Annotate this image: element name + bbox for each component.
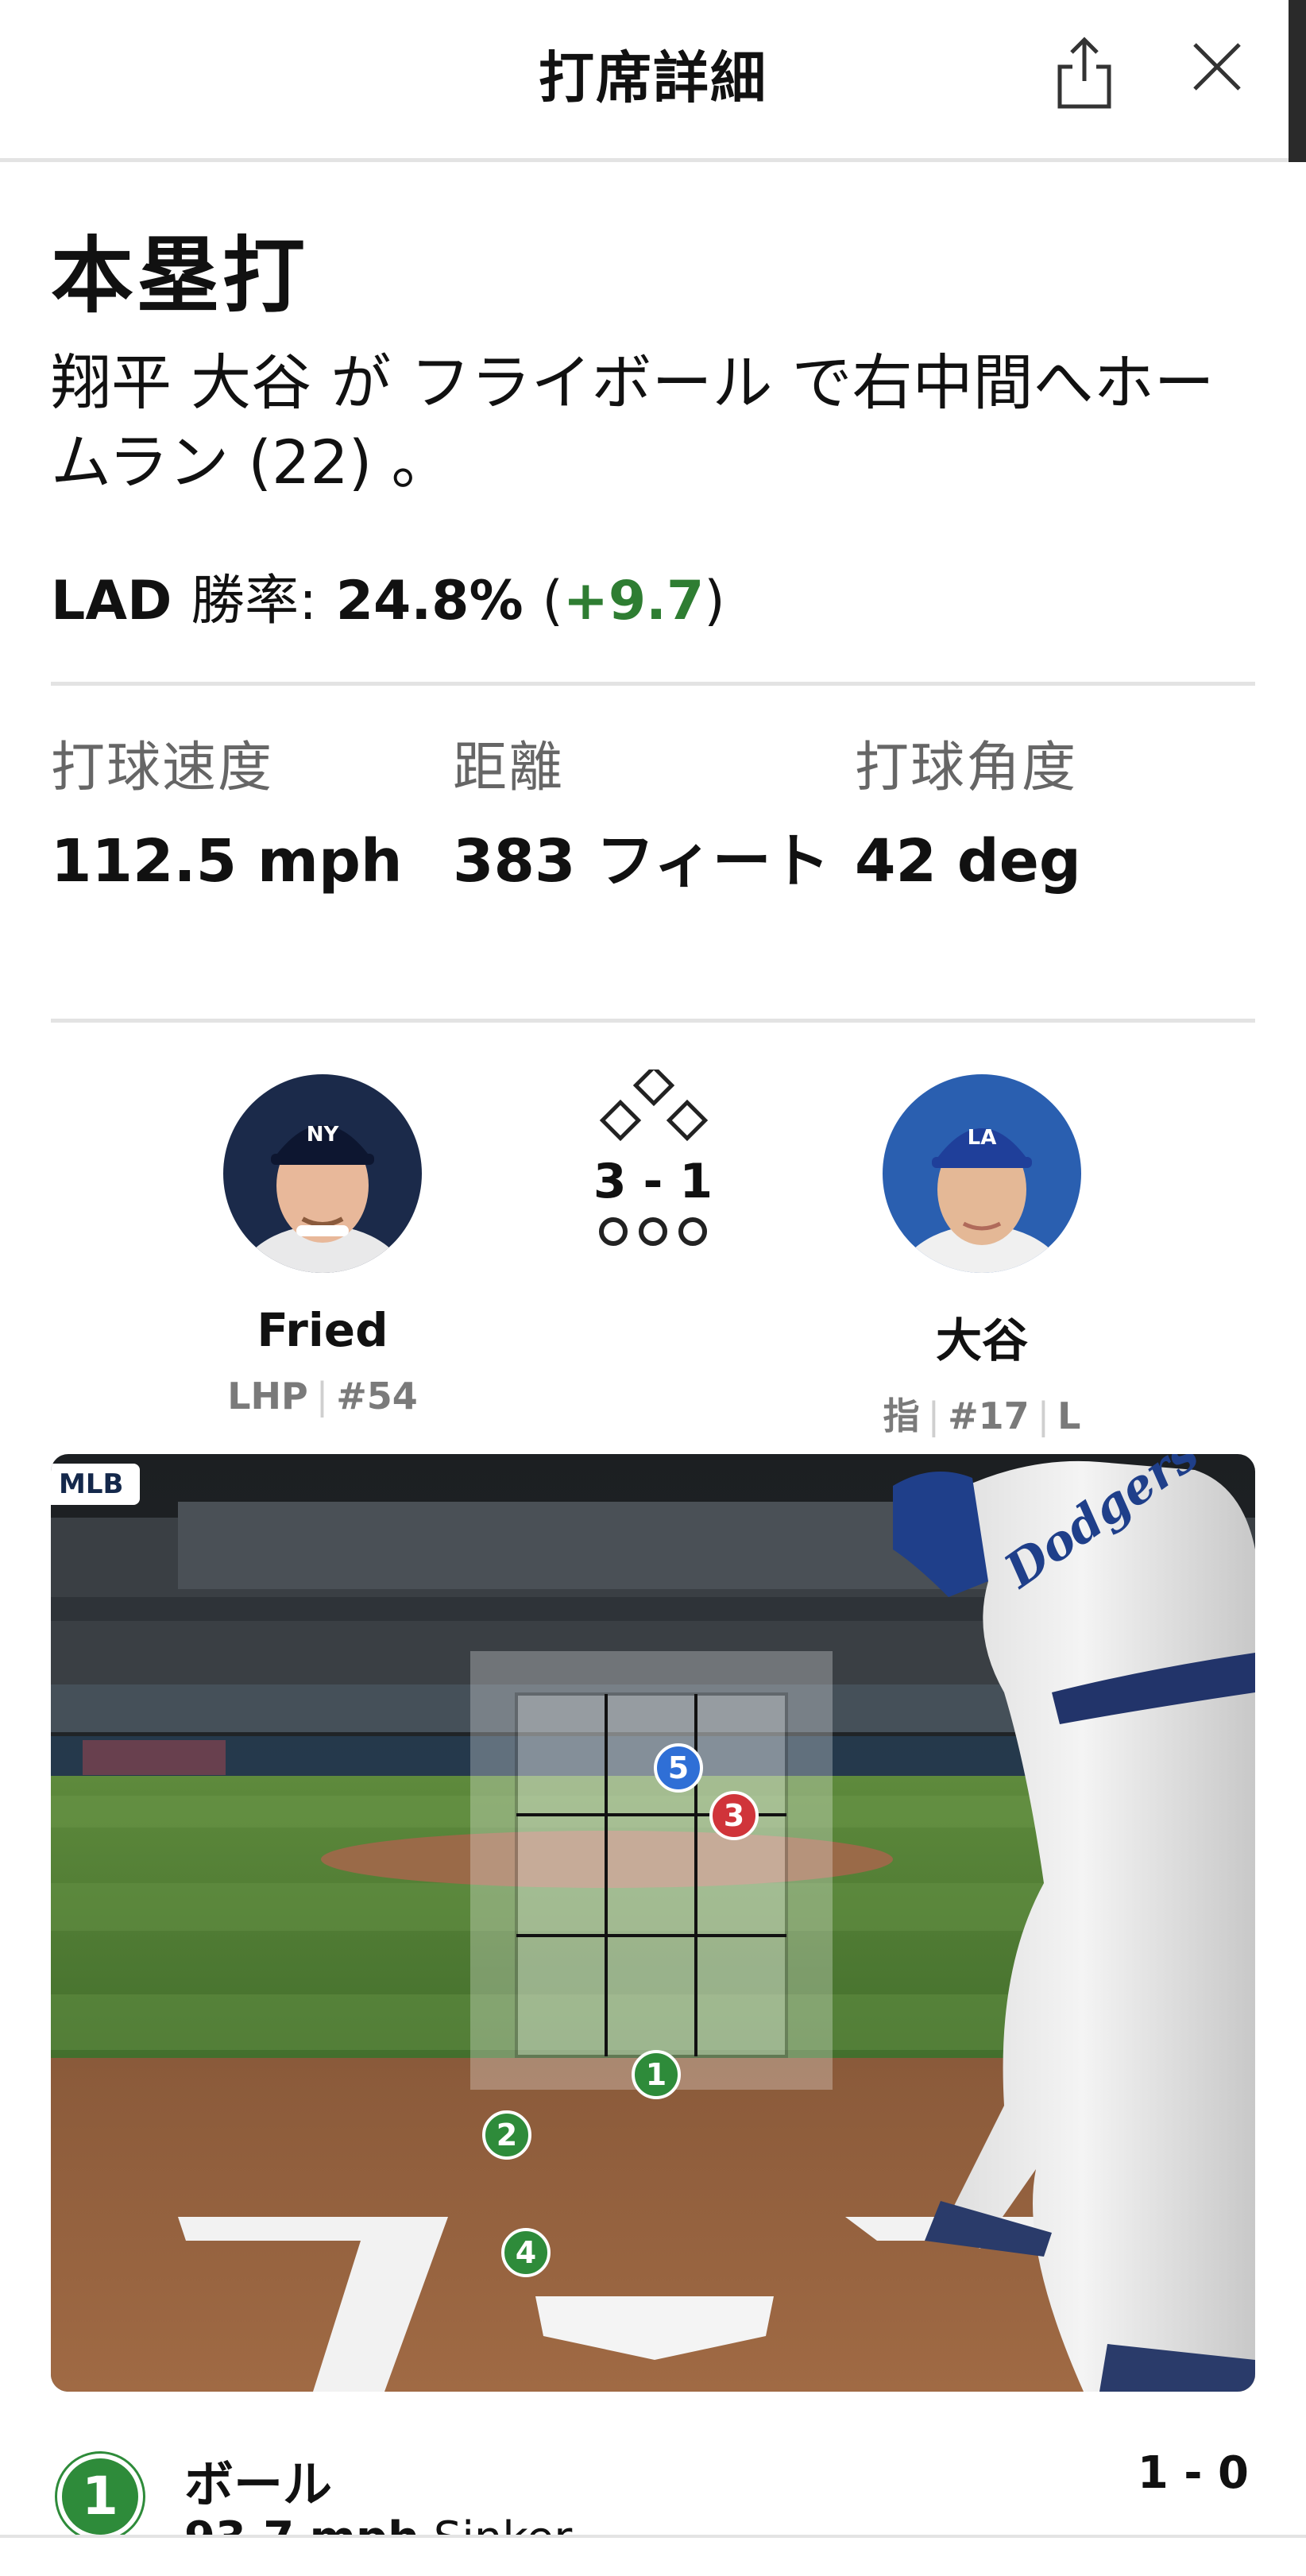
mlb-logo: MLB (51, 1464, 140, 1505)
pitch-number-badge: 1 (57, 2454, 143, 2539)
out-dot (599, 1217, 628, 1246)
stat-value: 42 deg (855, 827, 1081, 895)
pitch-marker-2[interactable]: 2 (482, 2110, 531, 2160)
win-prob-team: LAD (51, 570, 172, 632)
pitcher-meta: LHP | #54 (172, 1375, 473, 1418)
ball-strike-count: 3 - 1 (593, 1154, 713, 1209)
close-button[interactable] (1184, 33, 1250, 100)
scrollbar[interactable] (1289, 0, 1306, 162)
batter-meta: 指 | #17 | L (831, 1387, 1133, 1440)
stat-label: 打球角度 (855, 737, 1078, 799)
batter-name: 大谷 (935, 1313, 1028, 1367)
win-prob-open-paren: ( (542, 570, 563, 632)
stat-value: 112.5 mph (51, 827, 403, 895)
first-base (666, 1099, 709, 1142)
batter-avatar-image: LA (883, 1074, 1081, 1273)
pitcher-number: #54 (336, 1375, 418, 1418)
stat-label: 距離 (453, 737, 565, 799)
pitch-marker-3[interactable]: 3 (709, 1791, 759, 1840)
share-icon (1057, 37, 1111, 109)
divider (51, 1019, 1255, 1023)
header-bar: 打席詳細 (0, 0, 1306, 162)
divider (51, 682, 1255, 686)
batter-position: 指 (883, 1394, 920, 1437)
third-base (599, 1099, 642, 1142)
pitch-marker-1[interactable]: 1 (632, 2050, 681, 2099)
close-icon (1193, 43, 1241, 91)
pitch-marker-4[interactable]: 4 (501, 2228, 551, 2277)
win-prob-label: 勝率: (191, 570, 318, 632)
out-dot (639, 1217, 667, 1246)
svg-text:LA: LA (968, 1126, 997, 1150)
stat-label: 打球速度 (51, 737, 274, 799)
stadium-scene-image: Dodgers (51, 1454, 1255, 2392)
pitcher-position: LHP (227, 1375, 308, 1418)
batter-card[interactable]: LA 大谷 指 | #17 | L (831, 1074, 1133, 1440)
pitcher-name: Fried (257, 1303, 388, 1357)
avatar: LA (883, 1074, 1081, 1273)
win-prob-delta: +9.7 (562, 570, 705, 632)
stat-exit-velocity: 打球速度 112.5 mph (51, 723, 432, 900)
bases-diamond-icon (599, 1069, 709, 1142)
outs-indicator (574, 1217, 732, 1246)
stat-value: 383 フィート (453, 827, 830, 895)
share-button[interactable] (1050, 32, 1119, 111)
separator: | (1037, 1394, 1050, 1437)
separator: | (927, 1394, 941, 1437)
out-dot (678, 1217, 707, 1246)
batter-number: #17 (948, 1394, 1030, 1437)
svg-text:NY: NY (307, 1123, 340, 1147)
pitch-result: ボール (184, 2455, 333, 2513)
pitcher-avatar-image: NY (223, 1074, 422, 1273)
pitcher-card[interactable]: NY Fried LHP | #54 (172, 1074, 473, 1418)
batter-bats: L (1057, 1394, 1081, 1437)
play-description: 翔平 大谷 が フライボール で右中間へホームラン (22) 。 (51, 347, 1215, 497)
win-prob-close-paren: ) (704, 570, 725, 632)
second-base (632, 1069, 675, 1107)
bottom-bar (0, 2535, 1306, 2576)
stat-distance: 距離 383 フィート (453, 723, 834, 900)
stat-launch-angle: 打球角度 42 deg (855, 723, 1236, 900)
pitch-count: 1 - 0 (1137, 2447, 1249, 2499)
avatar: NY (223, 1074, 422, 1273)
pitch-location-view: Dodgers MLB 5 3 1 2 4 (51, 1454, 1255, 2392)
game-state: 3 - 1 (574, 1069, 732, 1246)
win-probability: LAD 勝率: 24.8% (+9.7) (51, 556, 725, 635)
separator: | (315, 1375, 329, 1418)
play-result-title: 本塁打 (51, 227, 309, 324)
win-prob-value: 24.8% (335, 570, 524, 632)
pitch-marker-5[interactable]: 5 (654, 1743, 703, 1793)
